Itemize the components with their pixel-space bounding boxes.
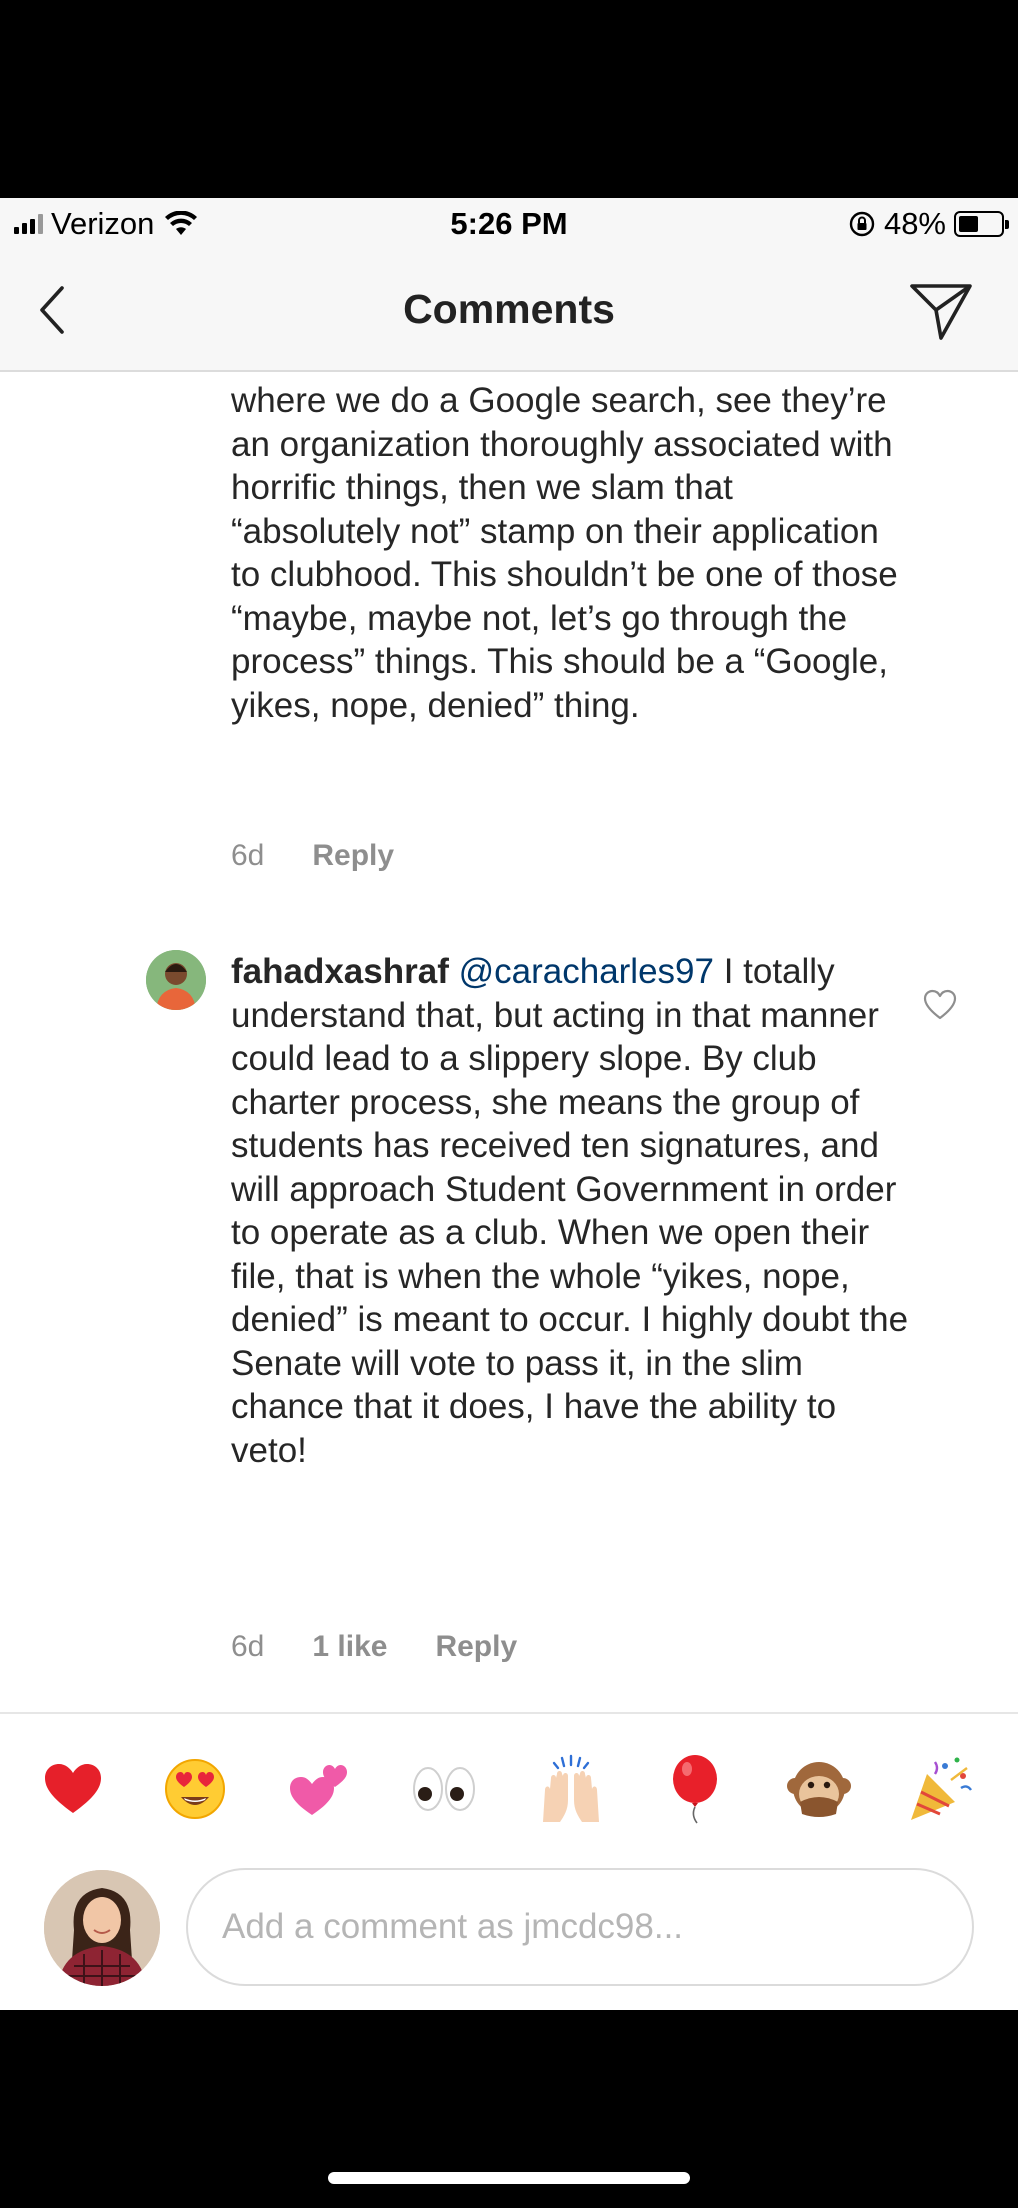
comment-time: 6d (231, 839, 265, 872)
comment-meta: 6d 1 like Reply (231, 1630, 517, 1664)
avatar-image (146, 950, 206, 1010)
battery-fill (959, 216, 979, 232)
screen: Verizon 5:26 PM 48% Comments where we do… (0, 0, 1018, 2208)
page-title: Comments (403, 286, 615, 332)
comment-input[interactable] (186, 1868, 974, 1986)
status-bar: Verizon 5:26 PM 48% (0, 198, 1018, 250)
speak-no-evil-monkey-icon[interactable] (784, 1754, 854, 1824)
like-heart-icon[interactable] (922, 988, 958, 1022)
comment-body: where we do a Google search, see they’re… (231, 379, 911, 727)
likes-count[interactable]: 1 like (312, 1630, 387, 1664)
red-heart-icon[interactable] (38, 1754, 108, 1824)
home-indicator (328, 2172, 690, 2184)
reply-button[interactable]: Reply (312, 839, 394, 873)
emoji-reaction-bar (0, 1712, 1018, 1864)
comment-meta: 6d Reply (231, 839, 394, 873)
balloon-icon[interactable] (660, 1754, 730, 1824)
avatar-image (44, 1870, 160, 1986)
battery-percent: 48% (883, 206, 946, 241)
comment-text: where we do a Google search, see they’re… (231, 381, 898, 725)
avatar[interactable] (146, 950, 206, 1010)
status-right: 48% (848, 206, 1009, 242)
reply-button[interactable]: Reply (435, 1630, 517, 1664)
comment-text: I totally understand that, but acting in… (231, 952, 909, 1470)
comment-body: fahadxashraf @caracharles97 I totally un… (231, 950, 911, 1472)
orientation-lock-icon (849, 211, 875, 237)
direct-send-icon[interactable] (908, 280, 974, 342)
eyes-icon[interactable] (409, 1754, 479, 1824)
party-popper-icon[interactable] (905, 1754, 975, 1824)
comment-username[interactable]: fahadxashraf (231, 952, 449, 991)
comment-mention[interactable]: @caracharles97 (459, 952, 714, 991)
raised-hands-icon[interactable] (536, 1754, 606, 1824)
revolving-hearts-icon[interactable] (285, 1754, 355, 1824)
battery-icon (954, 211, 1009, 237)
comments-header: Comments (0, 250, 1018, 372)
comment-time: 6d (231, 1630, 265, 1663)
current-user-avatar[interactable] (44, 1870, 160, 1986)
heart-eyes-icon[interactable] (160, 1754, 230, 1824)
